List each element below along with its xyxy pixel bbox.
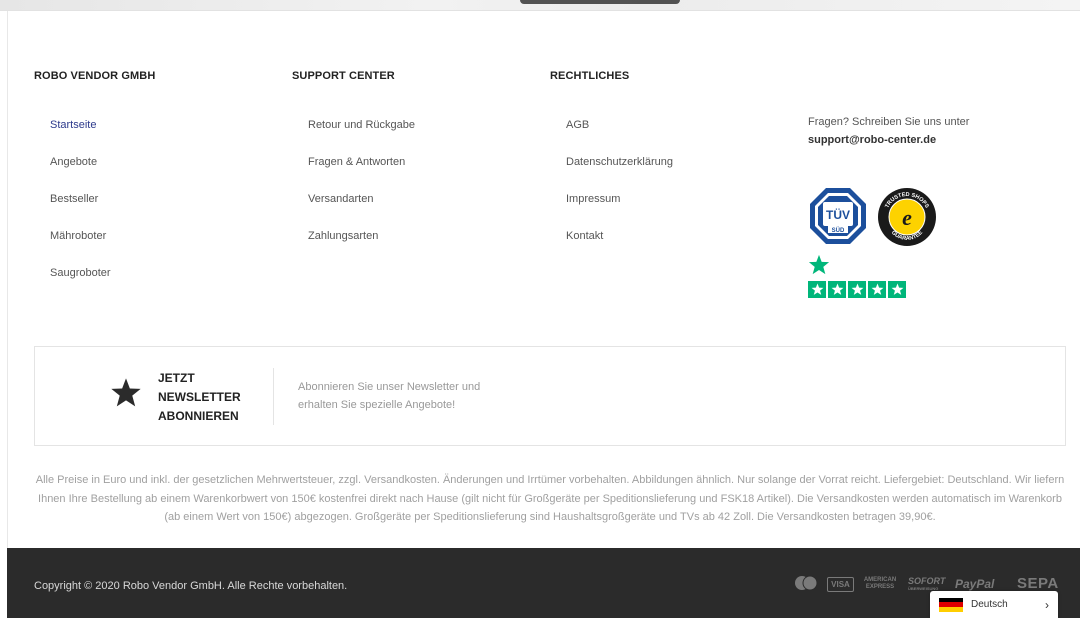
tuv-line1: TÜV xyxy=(826,207,850,222)
column-heading: RECHTLICHES xyxy=(550,70,630,82)
footer-link-saugroboter[interactable]: Saugroboter xyxy=(50,266,155,303)
trustpilot-rating-stars[interactable] xyxy=(808,281,906,298)
copyright-text: Copyright © 2020 Robo Vendor GmbH. Alle … xyxy=(34,580,348,592)
hero-image-shape xyxy=(520,0,680,4)
price-disclaimer: Alle Preise in Euro und inkl. der gesetz… xyxy=(35,474,1065,523)
footer-link-agb[interactable]: AGB xyxy=(566,118,673,155)
page-border-line xyxy=(7,11,8,548)
footer-link-impressum[interactable]: Impressum xyxy=(566,192,673,229)
hero-image-bottom-edge xyxy=(0,0,1080,11)
amex-icon: AMERICAN EXPRESS xyxy=(860,577,900,591)
mastercard-icon xyxy=(795,575,818,591)
footer-column-support: SUPPORT CENTER Retour und Rückgabe Frage… xyxy=(292,70,415,266)
rating-star-icon xyxy=(888,281,906,298)
sofort-label: SOFORT xyxy=(908,576,946,586)
language-switcher[interactable]: Deutsch › xyxy=(930,591,1058,618)
star-icon xyxy=(111,378,141,407)
footer-column-legal: RECHTLICHES AGB Datenschutzerklärung Imp… xyxy=(550,70,673,266)
rating-star-icon xyxy=(848,281,866,298)
footer-link-angebote[interactable]: Angebote xyxy=(50,155,155,192)
footer-link-bestseller[interactable]: Bestseller xyxy=(50,192,155,229)
rating-star-icon xyxy=(828,281,846,298)
germany-flag-icon xyxy=(939,597,963,612)
paypal-icon: PayPal xyxy=(955,577,995,591)
newsletter-box[interactable]: JETZT NEWSLETTER ABONNIEREN Abonnieren S… xyxy=(34,346,1066,446)
newsletter-title-line: ABONNIEREN xyxy=(158,409,239,423)
contact-text: Fragen? Schreiben Sie uns unter xyxy=(808,116,970,128)
trustpilot-logo-star-icon xyxy=(808,254,830,275)
trusted-shops-badge-icon[interactable]: e TRUSTED SHOPS GUARANTEE xyxy=(877,187,937,247)
footer-link-startseite[interactable]: Startseite xyxy=(50,118,155,155)
footer-link-kontakt[interactable]: Kontakt xyxy=(566,229,673,266)
newsletter-title[interactable]: JETZT NEWSLETTER ABONNIEREN xyxy=(158,369,258,426)
footer-link-faq[interactable]: Fragen & Antworten xyxy=(308,155,415,192)
trusted-shops-letter: e xyxy=(902,205,912,230)
footer-link-zahlungsarten[interactable]: Zahlungsarten xyxy=(308,229,415,266)
footer-link-datenschutz[interactable]: Datenschutzerklärung xyxy=(566,155,673,192)
footer-column-company: ROBO VENDOR GMBH Startseite Angebote Bes… xyxy=(34,70,155,303)
footer-link-versandarten[interactable]: Versandarten xyxy=(308,192,415,229)
sepa-icon: SEPA xyxy=(1017,575,1059,592)
newsletter-title-line: JETZT xyxy=(158,371,195,385)
visa-icon: VISA xyxy=(827,577,854,592)
amex-line1: AMERICAN xyxy=(863,577,897,583)
contact-block: Fragen? Schreiben Sie uns unter support@… xyxy=(808,113,969,149)
newsletter-description: Abonnieren Sie unser Newsletter und erha… xyxy=(298,381,481,411)
rating-star-icon xyxy=(868,281,886,298)
newsletter-divider xyxy=(273,368,274,425)
footer-link-retour[interactable]: Retour und Rückgabe xyxy=(308,118,415,155)
column-heading: ROBO VENDOR GMBH xyxy=(34,70,156,82)
column-heading: SUPPORT CENTER xyxy=(292,70,395,82)
rating-star-icon xyxy=(808,281,826,298)
newsletter-title-line: NEWSLETTER xyxy=(158,390,241,404)
chevron-right-icon: › xyxy=(1045,597,1049,612)
amex-line2: EXPRESS xyxy=(865,584,895,590)
footer-link-maehroboter[interactable]: Mähroboter xyxy=(50,229,155,266)
contact-email-link[interactable]: support@robo-center.de xyxy=(808,134,936,146)
tuv-line2: SÜD xyxy=(832,227,845,234)
sofort-icon: SOFORT ÜBERWEISUNG xyxy=(908,576,946,592)
language-label: Deutsch xyxy=(971,599,1008,610)
tuv-sud-badge-icon[interactable]: TÜV SÜD xyxy=(808,186,868,246)
